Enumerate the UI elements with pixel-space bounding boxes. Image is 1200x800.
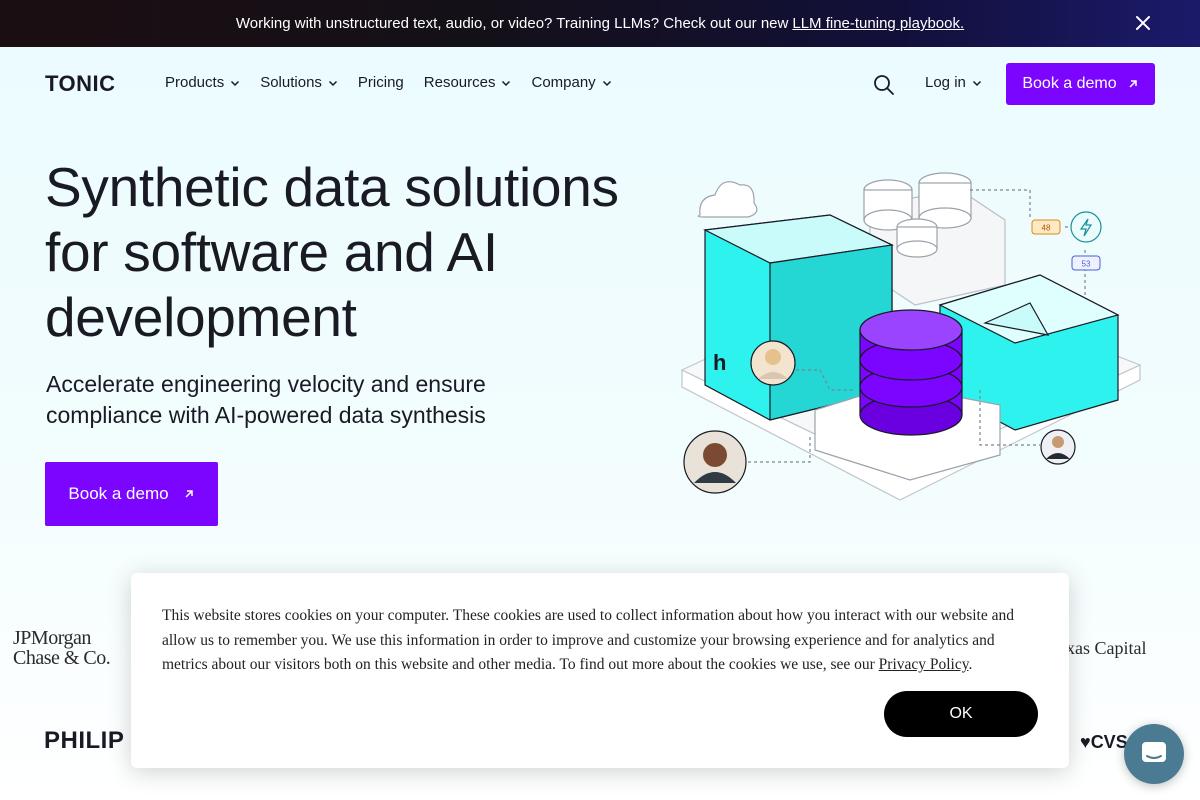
cookie-text: This website stores cookies on your comp… <box>162 607 1015 673</box>
nav-item-products[interactable]: Products <box>165 74 240 91</box>
cookie-ok-button[interactable]: OK <box>884 691 1038 737</box>
close-icon[interactable] <box>1134 14 1152 32</box>
chevron-down-icon <box>231 80 240 86</box>
chevron-down-icon <box>502 80 511 86</box>
arrow-up-right-icon <box>185 490 193 498</box>
nav-item-label: Solutions <box>260 74 322 91</box>
texas-capital-logo: exas Capital <box>1058 638 1147 658</box>
cookie-banner: This website stores cookies on your comp… <box>131 573 1069 768</box>
nav-item-company[interactable]: Company <box>531 74 611 91</box>
hero-subtitle: Accelerate engineering velocity and ensu… <box>46 371 486 428</box>
hero-book-demo-button[interactable]: Book a demo <box>45 462 218 526</box>
nav-book-demo-button[interactable]: Book a demo <box>1006 63 1155 105</box>
nav-item-label: Products <box>165 74 225 91</box>
login-button[interactable]: Log in <box>925 74 982 91</box>
announcement-text: Working with unstructured text, audio, o… <box>235 15 789 32</box>
announcement-link[interactable]: LLM fine-tuning playbook. <box>792 15 964 32</box>
tonic-logo[interactable]: TONIC <box>45 72 135 94</box>
nav-item-solutions[interactable]: Solutions <box>260 74 338 91</box>
cvs-logo: ♥CVS <box>1080 732 1128 752</box>
announcement-bar: Working with unstructured text, audio, o… <box>0 0 1200 47</box>
chevron-down-icon <box>972 80 981 86</box>
jpmorgan-logo: JPMorgan Chase & Co. <box>13 627 111 669</box>
hero-demo-label: Book a demo <box>68 484 169 503</box>
chevron-down-icon <box>602 80 611 86</box>
badge-53: 53 <box>1082 260 1091 269</box>
nav-item-pricing[interactable]: Pricing <box>358 74 404 91</box>
svg-text:TONIC: TONIC <box>45 72 116 94</box>
main-nav: TONIC Products Solutions Pricing Resourc… <box>0 47 1200 121</box>
nav-item-label: Company <box>531 74 596 91</box>
chat-icon <box>1142 742 1166 762</box>
nav-item-label: Pricing <box>357 74 404 91</box>
hero-title: Synthetic data solutions for software an… <box>45 156 619 348</box>
chat-button[interactable] <box>1124 724 1184 784</box>
philips-logo: PHILIP <box>44 727 125 754</box>
nav-item-label: Resources <box>423 74 496 91</box>
jpmorgan-logo-line2: Chase & Co. <box>13 647 111 669</box>
jpmorgan-logo-line1: JPMorgan <box>13 627 91 649</box>
login-label: Log in <box>925 74 966 91</box>
badge-48: 48 <box>1042 224 1051 233</box>
nav-menu: Products Solutions Pricing Resources Com… <box>165 74 612 91</box>
privacy-policy-link[interactable]: Privacy Policy <box>879 656 969 673</box>
chevron-down-icon <box>328 80 337 86</box>
nav-item-resources[interactable]: Resources <box>424 74 512 91</box>
search-icon[interactable] <box>873 74 895 96</box>
arrow-up-right-icon <box>1129 80 1137 88</box>
hero-illustration: h 48 53 <box>680 172 1142 501</box>
nav-demo-label: Book a demo <box>1022 75 1117 92</box>
svg-text:h: h <box>713 350 726 375</box>
